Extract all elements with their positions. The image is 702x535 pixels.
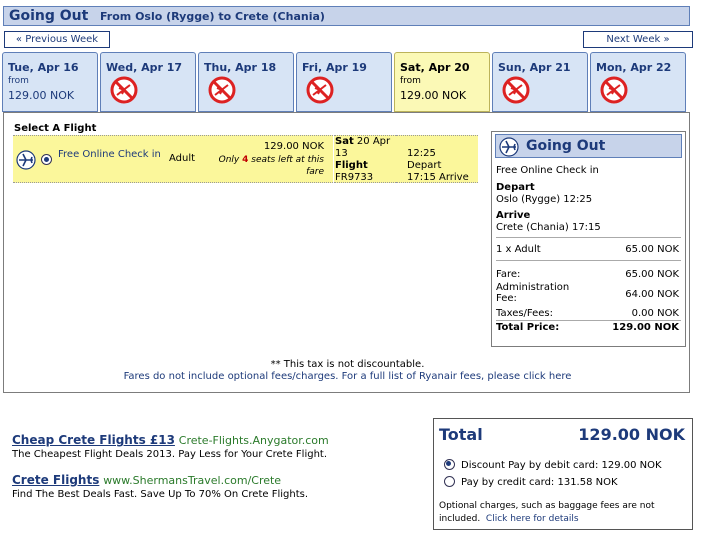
summary-admin-label-2: Fee: bbox=[496, 293, 517, 304]
select-flight-label: Select A Flight bbox=[14, 123, 97, 134]
summary-arrive-label: Arrive bbox=[496, 210, 531, 221]
day-price: 129.00 NOK bbox=[400, 89, 467, 102]
flight-day: Sat bbox=[335, 136, 354, 147]
pay-credit-radio[interactable] bbox=[444, 476, 455, 487]
ad-url[interactable]: Crete-Flights.Anygator.com bbox=[179, 434, 329, 447]
flight-option-row[interactable]: Free Online Check in Adult 129.00 NOK On… bbox=[13, 135, 333, 183]
day-label: Tue, Apr 16 bbox=[8, 61, 79, 74]
tax-note: ** This tax is not discountable. bbox=[270, 359, 425, 370]
day-tab-sat-apr-20[interactable]: Sat, Apr 20 from 129.00 NOK bbox=[394, 52, 490, 112]
ad-block-1: Cheap Crete Flights £13 Crete-Flights.An… bbox=[12, 433, 329, 460]
flight-price: 129.00 NOK bbox=[263, 141, 324, 152]
day-tab-wed-apr-17[interactable]: Wed, Apr 17 bbox=[100, 52, 196, 112]
day-tab-sun-apr-21[interactable]: Sun, Apr 21 bbox=[492, 52, 588, 112]
flight-number: FR9733 bbox=[335, 172, 374, 183]
passenger-type: Adult bbox=[169, 153, 196, 164]
summary-arrive-value: Crete (Chania) 17:15 bbox=[496, 222, 601, 233]
total-amount: 129.00 NOK bbox=[578, 425, 685, 444]
route-label: From Oslo (Rygge) to Crete (Chania) bbox=[100, 10, 325, 23]
day-price: 129.00 NOK bbox=[8, 89, 75, 102]
pay-debit-option[interactable]: Discount Pay by debit card: 129.00 NOK bbox=[444, 459, 662, 471]
total-box: Total 129.00 NOK Discount Pay by debit c… bbox=[433, 418, 693, 530]
ad-url[interactable]: www.ShermansTravel.com/Crete bbox=[103, 474, 281, 487]
seats-count: 4 bbox=[242, 155, 249, 165]
flight-time-cell: 12:25 Depart 17:15 Arrive bbox=[396, 135, 478, 183]
depart-label: Depart bbox=[407, 160, 442, 171]
day-tab-tue-apr-16[interactable]: Tue, Apr 16 from 129.00 NOK bbox=[2, 52, 98, 112]
flight-select-radio[interactable] bbox=[41, 154, 52, 165]
airplane-icon bbox=[499, 137, 519, 157]
previous-week-button[interactable]: « Previous Week bbox=[4, 31, 110, 48]
pay-debit-radio[interactable] bbox=[444, 459, 455, 470]
day-tab-mon-apr-22[interactable]: Mon, Apr 22 bbox=[590, 52, 686, 112]
depart-time: 12:25 bbox=[407, 148, 436, 159]
summary-adult-value: 65.00 NOK bbox=[625, 244, 679, 255]
day-label: Mon, Apr 22 bbox=[596, 61, 672, 74]
optional-charges-note: Optional charges, such as baggage fees a… bbox=[439, 501, 655, 524]
from-label: from bbox=[400, 76, 421, 86]
no-flights-icon bbox=[110, 76, 138, 104]
divider bbox=[496, 260, 681, 261]
summary-title: Going Out bbox=[526, 138, 606, 154]
summary-admin-value: 64.00 NOK bbox=[625, 289, 679, 300]
pay-credit-label: Pay by credit card: 131.58 NOK bbox=[461, 477, 618, 488]
pay-credit-option[interactable]: Pay by credit card: 131.58 NOK bbox=[444, 476, 618, 488]
day-tabs: Tue, Apr 16 from 129.00 NOK Wed, Apr 17 … bbox=[2, 52, 690, 112]
total-label: Total bbox=[439, 425, 483, 444]
from-label: from bbox=[8, 76, 29, 86]
day-label: Wed, Apr 17 bbox=[106, 61, 183, 74]
day-label: Sat, Apr 20 bbox=[400, 61, 470, 74]
day-tab-fri-apr-19[interactable]: Fri, Apr 19 bbox=[296, 52, 392, 112]
no-flights-icon bbox=[208, 76, 236, 104]
ad-title-link[interactable]: Cheap Crete Flights £13 bbox=[12, 433, 175, 447]
summary-taxes-value: 0.00 NOK bbox=[631, 308, 679, 319]
checkin-link[interactable]: Free Online Check in bbox=[58, 149, 166, 161]
summary-admin-label: Administration bbox=[496, 282, 570, 293]
seats-left-note: Only 4 seats left at this fare bbox=[218, 155, 324, 177]
page-title: Going Out bbox=[9, 8, 89, 24]
ad-description: The Cheapest Flight Deals 2013. Pay Less… bbox=[12, 449, 328, 460]
summary-total-value: 129.00 NOK bbox=[612, 322, 679, 333]
summary-fare-label: Fare: bbox=[496, 269, 521, 280]
no-flights-icon bbox=[502, 76, 530, 104]
divider bbox=[496, 320, 681, 321]
day-tab-thu-apr-18[interactable]: Thu, Apr 18 bbox=[198, 52, 294, 112]
booking-summary: Going Out Free Online Check in Depart Os… bbox=[491, 131, 686, 347]
details-link[interactable]: Click here for details bbox=[486, 514, 579, 524]
pay-debit-label: Discount Pay by debit card: 129.00 NOK bbox=[461, 460, 662, 471]
airplane-icon bbox=[16, 150, 36, 170]
no-flights-icon bbox=[600, 76, 628, 104]
summary-taxes-label: Taxes/Fees: bbox=[496, 308, 554, 319]
arrive-label: Arrive bbox=[439, 172, 469, 183]
arrive-time: 17:15 bbox=[407, 172, 436, 183]
flight-panel: Select A Flight Free Online Check in Adu… bbox=[3, 112, 690, 393]
summary-total-label: Total Price: bbox=[496, 322, 560, 333]
summary-depart-label: Depart bbox=[496, 182, 535, 193]
summary-adult-label: 1 x Adult bbox=[496, 244, 541, 255]
day-label: Fri, Apr 19 bbox=[302, 61, 367, 74]
summary-header: Going Out bbox=[495, 134, 682, 158]
next-week-button[interactable]: Next Week » bbox=[583, 31, 693, 48]
summary-fare-value: 65.00 NOK bbox=[625, 269, 679, 280]
summary-depart-value: Oslo (Rygge) 12:25 bbox=[496, 194, 593, 205]
ad-block-2: Crete Flights www.ShermansTravel.com/Cre… bbox=[12, 473, 308, 500]
ad-description: Find The Best Deals Fast. Save Up To 70%… bbox=[12, 489, 309, 500]
ad-title-link[interactable]: Crete Flights bbox=[12, 473, 99, 487]
page-header: Going Out From Oslo (Rygge) to Crete (Ch… bbox=[3, 6, 690, 26]
no-flights-icon bbox=[306, 76, 334, 104]
flight-label: Flight bbox=[335, 160, 368, 171]
day-label: Thu, Apr 18 bbox=[204, 61, 277, 74]
fees-link[interactable]: Fares do not include optional fees/charg… bbox=[4, 371, 691, 382]
divider bbox=[496, 237, 681, 238]
summary-checkin: Free Online Check in bbox=[496, 165, 599, 176]
flight-date-cell: Sat 20 Apr 13 Flight FR9733 bbox=[334, 135, 396, 183]
day-label: Sun, Apr 21 bbox=[498, 61, 571, 74]
